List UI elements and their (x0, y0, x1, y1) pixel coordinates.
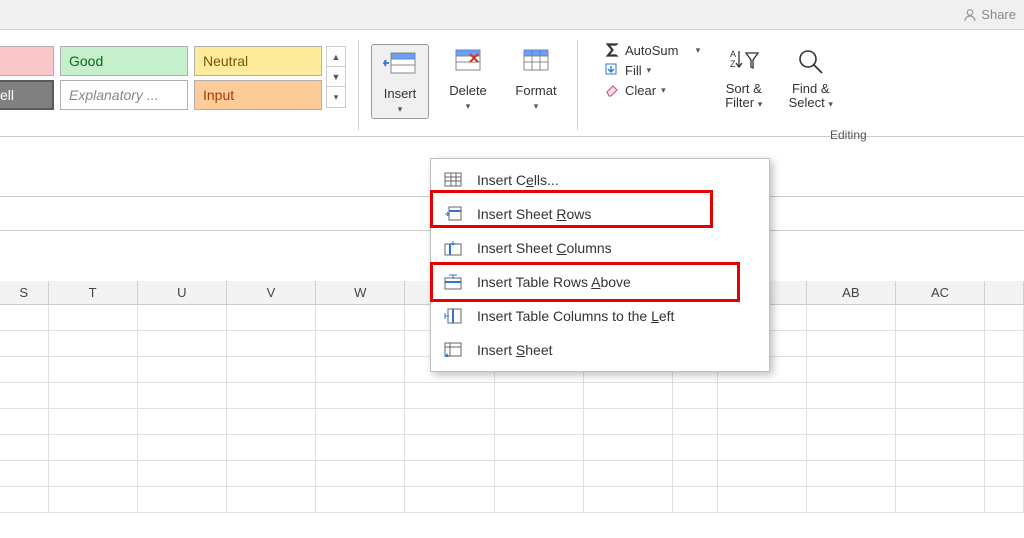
insert-dropdown-menu: Insert Cells... Insert Sheet Rows Insert… (430, 158, 770, 372)
title-bar: Share (0, 0, 1024, 30)
style-swatch-cell[interactable]: ell (0, 80, 54, 110)
insert-cells-icon (443, 170, 463, 190)
ribbon: Good Neutral ell Explanatory ... Input ▲… (0, 30, 1024, 137)
cells-group: Insert ▾ Delete ▾ (371, 40, 565, 119)
spin-down-icon[interactable]: ▼ (327, 67, 345, 87)
menu-insert-table-rows-above[interactable]: Insert Table Rows Above (431, 265, 769, 299)
style-swatch-neutral[interactable]: Neutral (194, 46, 322, 76)
chevron-down-icon: ▾ (466, 101, 471, 111)
svg-text:A: A (730, 49, 736, 59)
menu-insert-sheet-rows[interactable]: Insert Sheet Rows (431, 197, 769, 231)
gallery-spin[interactable]: ▲ ▼ ▾ (326, 46, 346, 108)
col-header[interactable]: U (138, 281, 227, 304)
delete-button[interactable]: Delete ▾ (439, 44, 497, 119)
spin-more-icon[interactable]: ▾ (327, 87, 345, 107)
fill-button[interactable]: Fill ▾ (604, 62, 700, 78)
fill-down-icon (604, 62, 620, 78)
delete-label: Delete (449, 83, 487, 98)
magnifier-icon (796, 47, 826, 75)
format-label: Format (515, 83, 556, 98)
chevron-down-icon: ▾ (534, 101, 539, 111)
styles-gallery[interactable]: Good Neutral ell Explanatory ... Input (0, 46, 322, 110)
editing-group-label: Editing (830, 128, 867, 142)
sigma-icon (604, 42, 620, 58)
spin-up-icon[interactable]: ▲ (327, 47, 345, 67)
share-button[interactable]: Share (963, 7, 1016, 22)
group-divider (358, 40, 359, 130)
format-cells-icon (519, 48, 553, 78)
menu-insert-sheet-columns[interactable]: Insert Sheet Columns (431, 231, 769, 265)
insert-columns-icon (443, 238, 463, 258)
editing-group: AutoSum ▾ Fill ▾ Clear ▾ AZ (604, 40, 838, 111)
menu-insert-cells[interactable]: Insert Cells... (431, 163, 769, 197)
style-swatch-input[interactable]: Input (194, 80, 322, 110)
insert-label: Insert (384, 86, 417, 101)
insert-sheet-icon (443, 340, 463, 360)
sort-filter-button[interactable]: AZ Sort &Filter ▾ (716, 42, 771, 111)
eraser-icon (604, 82, 620, 98)
insert-cells-icon (383, 51, 417, 81)
col-header[interactable]: S (0, 281, 49, 304)
col-header[interactable]: T (49, 281, 138, 304)
sort-filter-icon: AZ (727, 47, 761, 75)
style-swatch-good[interactable]: Good (60, 46, 188, 76)
col-header[interactable]: AC (896, 281, 985, 304)
autosum-button[interactable]: AutoSum ▾ (604, 42, 700, 58)
menu-insert-table-columns-left[interactable]: Insert Table Columns to the Left (431, 299, 769, 333)
find-select-button[interactable]: Find &Select ▾ (783, 42, 838, 111)
person-icon (963, 8, 977, 22)
delete-cells-icon (451, 48, 485, 78)
col-header[interactable]: AB (807, 281, 896, 304)
format-button[interactable]: Format ▾ (507, 44, 565, 119)
group-divider (577, 40, 578, 130)
style-swatch-bad[interactable] (0, 46, 54, 76)
col-header[interactable]: V (227, 281, 316, 304)
svg-text:Z: Z (730, 59, 736, 69)
share-label: Share (981, 7, 1016, 22)
chevron-down-icon: ▾ (398, 104, 403, 114)
insert-button[interactable]: Insert ▾ (371, 44, 429, 119)
clear-button[interactable]: Clear ▾ (604, 82, 700, 98)
insert-rows-icon (443, 204, 463, 224)
col-header[interactable]: W (316, 281, 405, 304)
insert-table-columns-icon (443, 306, 463, 326)
insert-table-rows-icon (443, 272, 463, 292)
style-swatch-explanatory[interactable]: Explanatory ... (60, 80, 188, 110)
menu-insert-sheet[interactable]: Insert Sheet (431, 333, 769, 367)
col-header[interactable] (985, 281, 1024, 304)
